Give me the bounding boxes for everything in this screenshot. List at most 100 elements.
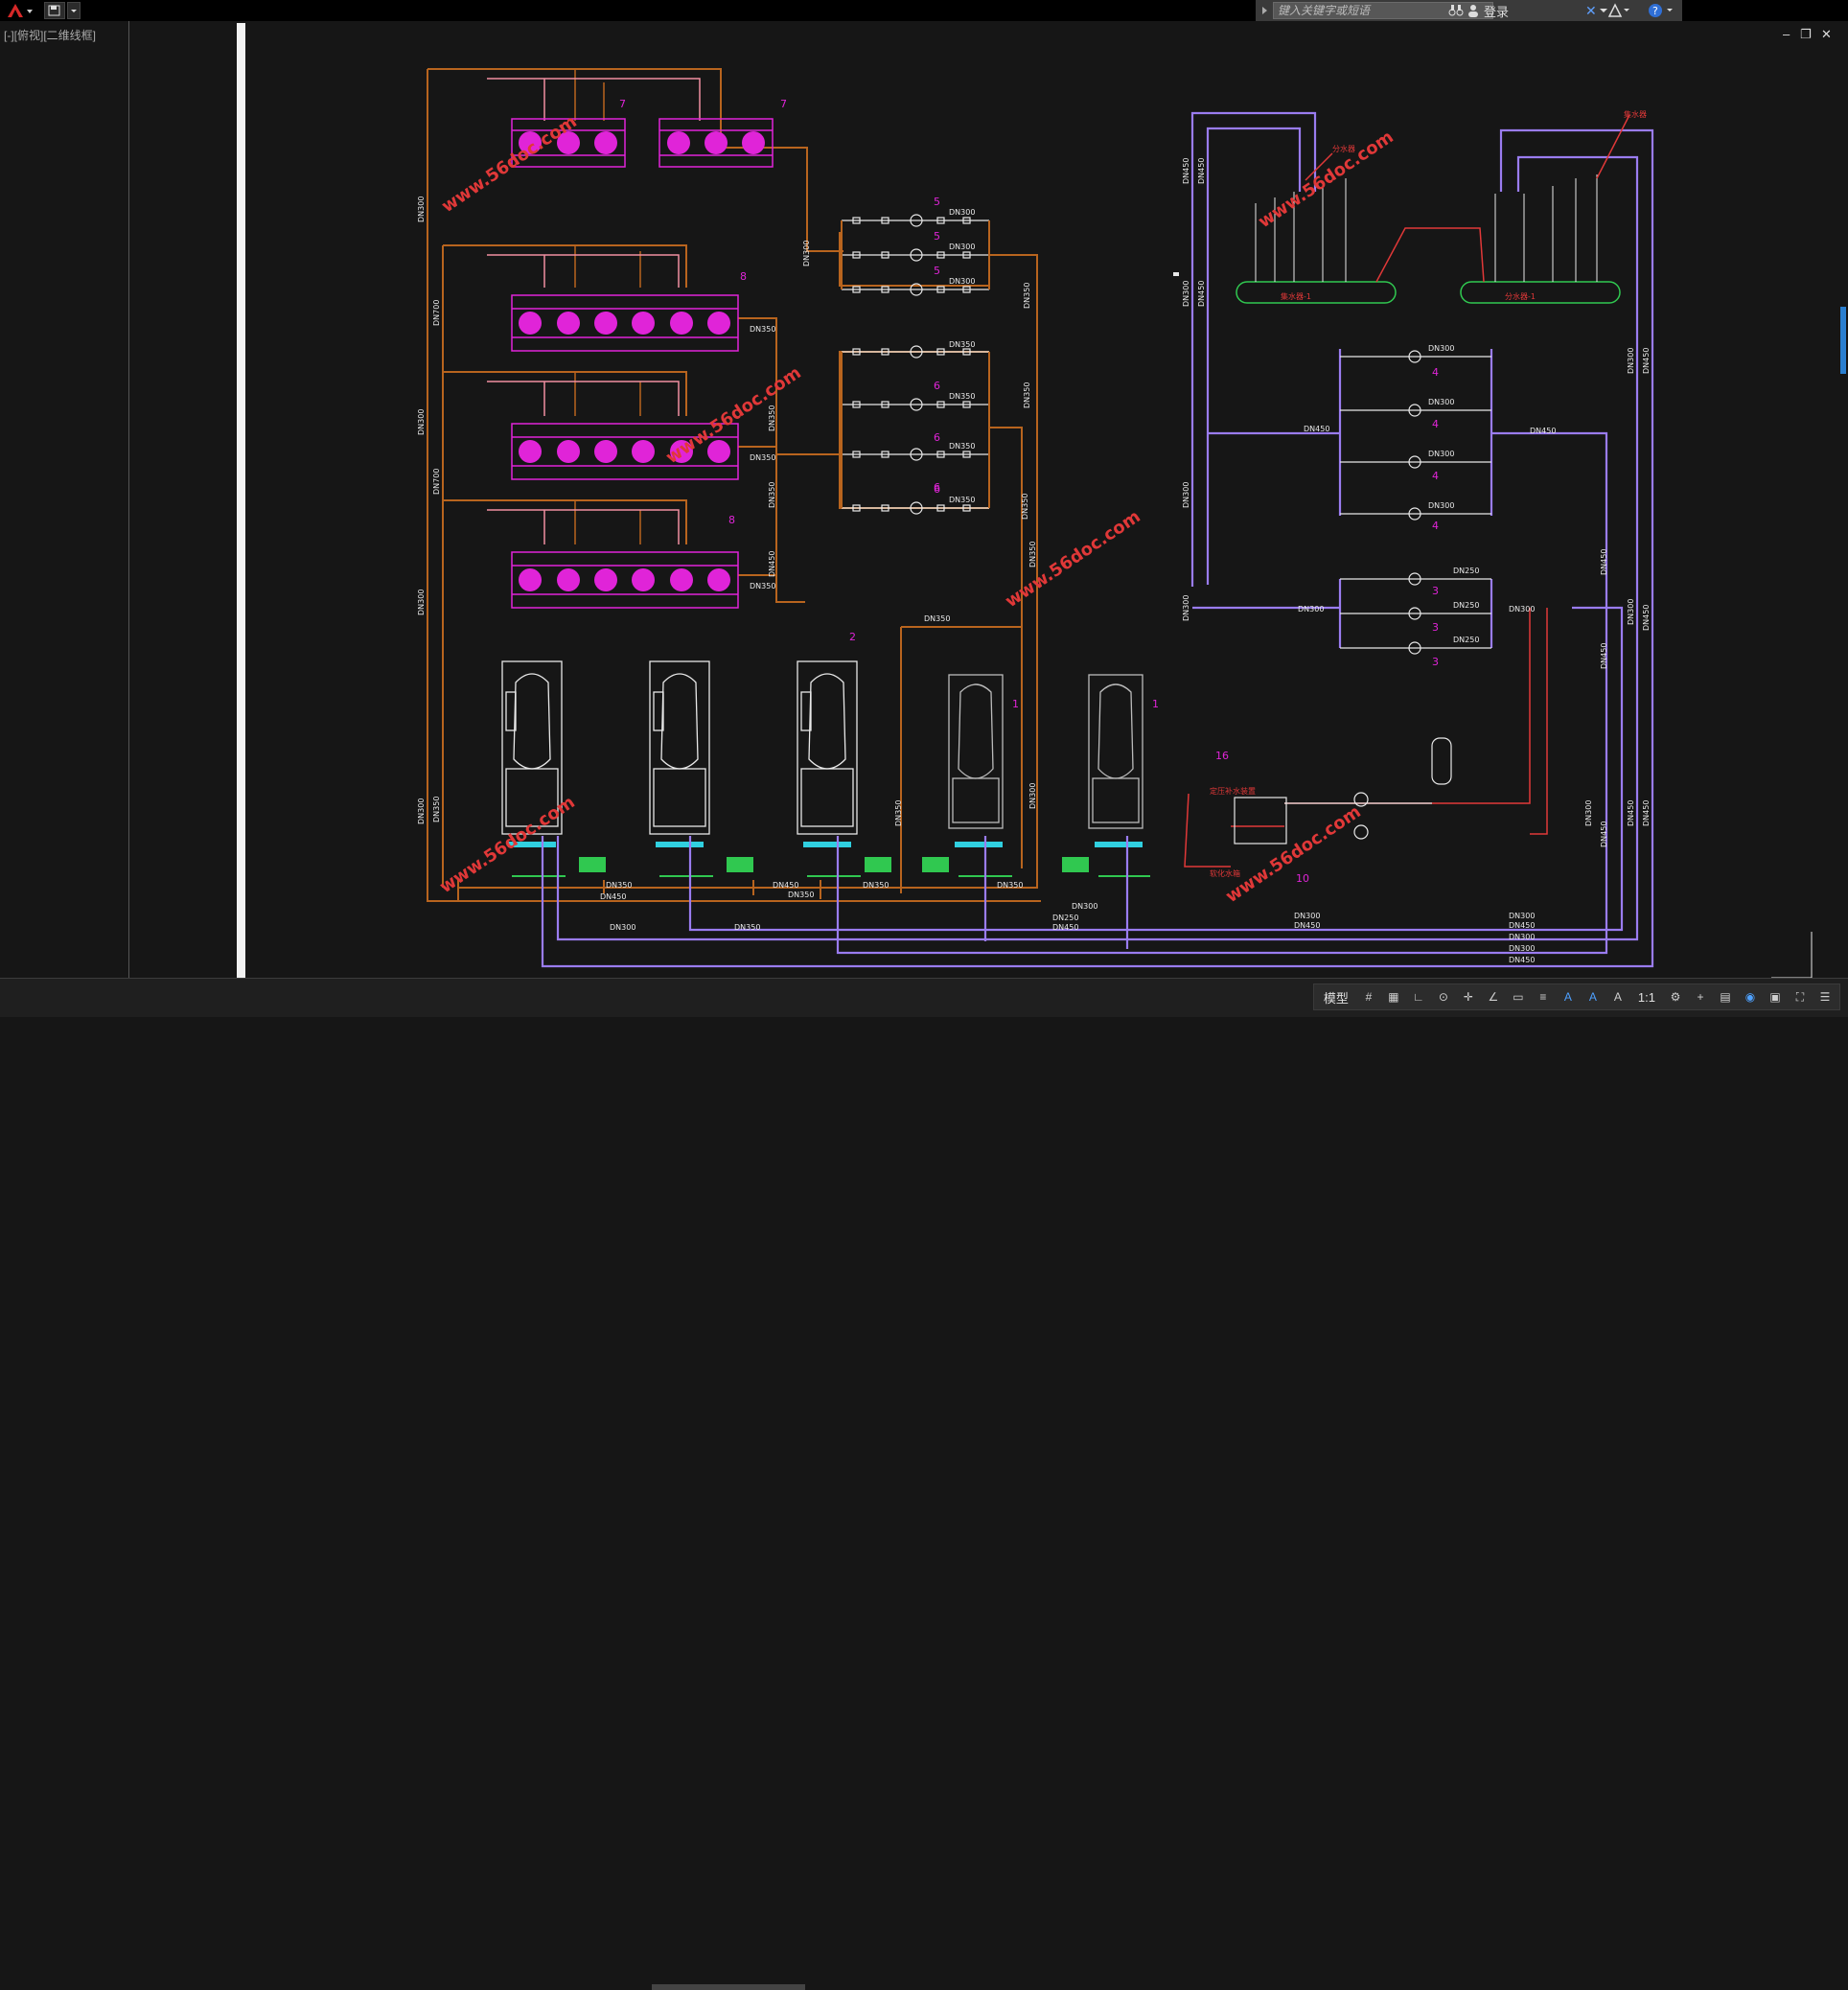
drawing-canvas[interactable]: 77 88 555 6666 4444 333 21 1 1610 DN300DN… [0, 21, 1848, 978]
svg-text:1: 1 [1012, 698, 1019, 710]
svg-text:DN300: DN300 [417, 590, 426, 615]
chevron-down-icon [71, 10, 77, 12]
selection-cycle-icon[interactable]: ▭ [1510, 988, 1527, 1006]
osnap-icon[interactable]: ✛ [1460, 988, 1477, 1006]
cooling-pumps [842, 214, 989, 515]
svg-text:DN300: DN300 [610, 923, 635, 932]
svg-text:DN250: DN250 [1453, 567, 1479, 575]
svg-text:DN300: DN300 [1182, 595, 1190, 621]
autoscale-icon[interactable]: A [1584, 988, 1602, 1006]
svg-text:DN350: DN350 [768, 405, 776, 431]
otrack-icon[interactable]: ∠ [1485, 988, 1502, 1006]
svg-text:4: 4 [1432, 520, 1439, 532]
svg-text:DN300: DN300 [417, 409, 426, 435]
gear-icon[interactable]: ⚙ [1667, 988, 1684, 1006]
grid-icon[interactable]: # [1360, 988, 1377, 1006]
svg-text:DN450: DN450 [1509, 921, 1535, 930]
status-tools: 模型 # ▦ ∟ ⊙ ✛ ∠ ▭ ≡ A A A 1:1 ⚙ + ▤ ◉ ▣ ⛶… [1312, 983, 1840, 1010]
svg-text:6: 6 [934, 380, 940, 392]
svg-text:www.56doc.com: www.56doc.com [1222, 801, 1365, 907]
svg-text:10: 10 [1296, 872, 1309, 885]
chiller-valves [508, 842, 1143, 847]
svg-text:DN250: DN250 [1453, 636, 1479, 644]
hardware-accel-icon[interactable]: ▣ [1767, 988, 1784, 1006]
svg-text:1: 1 [1152, 698, 1159, 710]
plus-icon[interactable]: + [1692, 988, 1709, 1006]
quick-access-save-button[interactable] [44, 2, 65, 19]
svg-text:www.56doc.com: www.56doc.com [662, 362, 805, 468]
svg-text:定压补水装置: 定压补水装置 [1210, 786, 1256, 796]
svg-text:DN350: DN350 [1023, 283, 1031, 309]
binoculars-icon[interactable] [1447, 2, 1465, 19]
polar-icon[interactable]: ⊙ [1435, 988, 1452, 1006]
svg-text:DN350: DN350 [432, 797, 441, 822]
annotation-scale-value[interactable]: 1:1 [1634, 990, 1659, 1005]
svg-text:www.56doc.com: www.56doc.com [1255, 127, 1398, 232]
help-icon[interactable]: ? [1647, 2, 1675, 19]
svg-text:DN450: DN450 [1530, 427, 1556, 435]
autodesk-a360-icon[interactable] [1606, 2, 1631, 19]
svg-text:DN300: DN300 [1627, 599, 1635, 625]
svg-text:DN450: DN450 [1197, 281, 1206, 307]
svg-text:DN300: DN300 [1182, 482, 1190, 508]
annotation-scale-icon[interactable]: A [1609, 988, 1627, 1006]
svg-text:DN350: DN350 [949, 340, 975, 349]
exchange-icon[interactable]: ✕ [1583, 2, 1603, 19]
expand-arrow-icon[interactable] [1258, 0, 1271, 21]
isolate-icon[interactable]: ◉ [1742, 988, 1759, 1006]
svg-text:8: 8 [728, 514, 735, 526]
svg-text:DN700: DN700 [432, 300, 441, 326]
svg-text:DN300: DN300 [802, 241, 811, 266]
svg-text:DN700: DN700 [432, 469, 441, 495]
svg-text:4: 4 [1432, 366, 1439, 379]
lineweight-icon[interactable]: ≡ [1535, 988, 1552, 1006]
svg-text:DN300: DN300 [417, 197, 426, 222]
svg-text:DN350: DN350 [1021, 494, 1029, 520]
svg-text:DN450: DN450 [1642, 605, 1651, 631]
svg-text:DN350: DN350 [750, 582, 775, 590]
svg-text:DN300: DN300 [1509, 912, 1535, 920]
svg-text:DN350: DN350 [924, 614, 950, 623]
svg-text:DN350: DN350 [949, 392, 975, 401]
clean-screen-icon[interactable]: ⛶ [1791, 988, 1809, 1006]
svg-text:DN450: DN450 [1600, 549, 1608, 575]
svg-text:2: 2 [849, 631, 856, 643]
svg-text:DN300: DN300 [1627, 348, 1635, 374]
svg-text:DN300: DN300 [949, 277, 975, 286]
svg-text:8: 8 [740, 270, 747, 283]
svg-text:5: 5 [934, 196, 940, 208]
svg-text:www.56doc.com: www.56doc.com [438, 111, 581, 217]
svg-text:DN350: DN350 [606, 881, 632, 890]
svg-text:DN450: DN450 [1304, 425, 1329, 433]
properties-icon[interactable]: ▤ [1717, 988, 1734, 1006]
svg-text:DN300: DN300 [1509, 605, 1535, 613]
svg-text:DN450: DN450 [773, 881, 798, 890]
svg-text:5: 5 [934, 230, 940, 243]
svg-text:DN450: DN450 [1642, 348, 1651, 374]
svg-text:DN300: DN300 [949, 208, 975, 217]
svg-text:DN300: DN300 [1428, 344, 1454, 353]
model-tab[interactable]: 模型 [1320, 988, 1352, 1007]
svg-text:DN300: DN300 [1298, 605, 1324, 613]
svg-text:3: 3 [1432, 621, 1439, 634]
svg-text:DN350: DN350 [750, 325, 775, 334]
customize-menu-icon[interactable]: ☰ [1816, 988, 1834, 1006]
snap-icon[interactable]: ▦ [1385, 988, 1402, 1006]
app-menu-button[interactable] [2, 1, 38, 20]
svg-text:DN450: DN450 [1627, 800, 1635, 826]
svg-text:DN450: DN450 [1294, 921, 1320, 930]
vertical-scrollbar[interactable] [1840, 307, 1846, 374]
svg-text:DN450: DN450 [1642, 800, 1651, 826]
quick-access-dropdown[interactable] [67, 2, 81, 19]
svg-text:DN300: DN300 [417, 798, 426, 824]
annotation-visibility-icon[interactable]: A [1559, 988, 1577, 1006]
svg-text:集水器-1: 集水器-1 [1281, 291, 1311, 301]
svg-text:5: 5 [934, 265, 940, 277]
svg-text:DN450: DN450 [1600, 643, 1608, 669]
horizontal-scrollbar[interactable] [652, 1984, 805, 1990]
svg-text:DN350: DN350 [863, 881, 889, 890]
svg-text:DN350: DN350 [788, 891, 814, 899]
status-bar: 模型 # ▦ ∟ ⊙ ✛ ∠ ▭ ≡ A A A 1:1 ⚙ + ▤ ◉ ▣ ⛶… [0, 978, 1848, 1990]
svg-text:DN350: DN350 [1028, 542, 1037, 567]
ortho-icon[interactable]: ∟ [1410, 988, 1427, 1006]
